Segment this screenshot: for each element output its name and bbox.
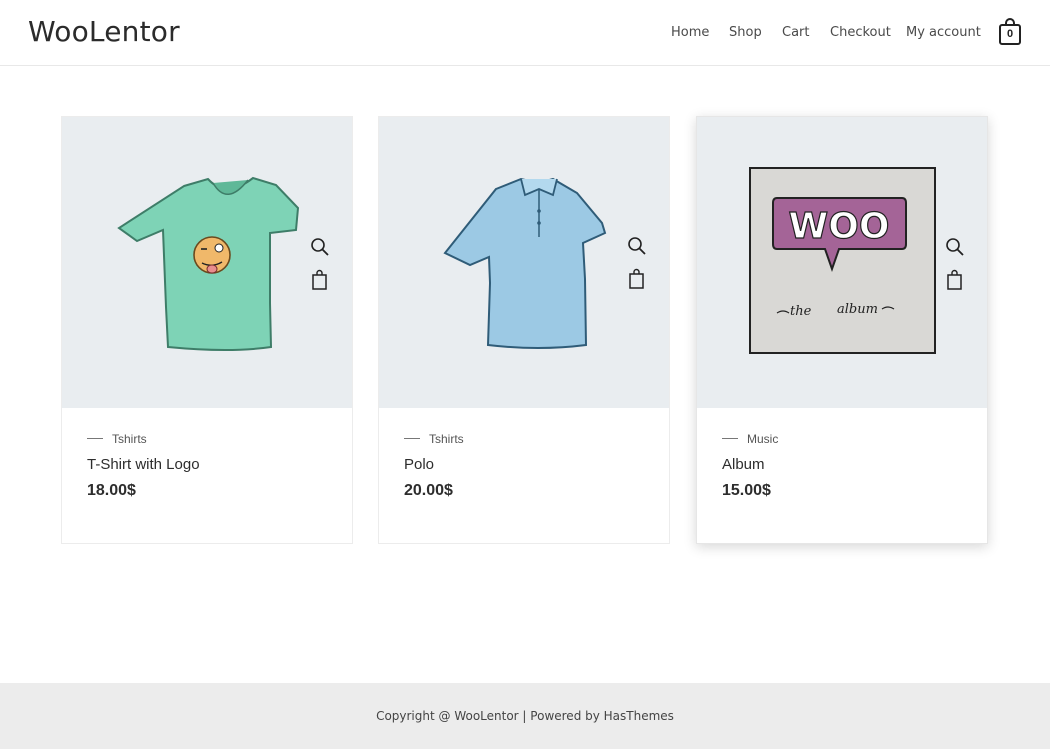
product-category[interactable]: Music (747, 432, 778, 446)
nav-item-cart[interactable]: Cart (782, 25, 810, 40)
product-category-row: Tshirts (404, 430, 654, 448)
quick-view-icon[interactable] (309, 236, 331, 258)
product-category[interactable]: Tshirts (429, 432, 464, 446)
quick-view-icon[interactable] (626, 235, 648, 257)
site-header: WooLentor Home Shop Cart Checkout My acc… (0, 0, 1050, 66)
svg-text:album: album (837, 302, 878, 317)
product-title[interactable]: Album (722, 456, 765, 473)
header-cart-button[interactable]: 0 (998, 18, 1022, 46)
cart-count-badge: 0 (1006, 28, 1014, 40)
category-divider (404, 438, 420, 440)
product-card[interactable]: Tshirts T-Shirt with Logo 18.00$ (61, 116, 353, 544)
svg-text:the: the (790, 304, 812, 319)
add-to-cart-icon[interactable] (944, 269, 966, 291)
product-meta: Tshirts Polo 20.00$ (404, 430, 654, 499)
svg-text:WOO: WOO (789, 206, 890, 247)
product-title[interactable]: T-Shirt with Logo (87, 456, 200, 473)
product-category[interactable]: Tshirts (112, 432, 147, 446)
product-image[interactable] (379, 117, 669, 408)
product-price: 18.00$ (87, 482, 136, 499)
product-image[interactable]: WOO the album (697, 117, 987, 408)
main-navigation: Home Shop Cart Checkout My account (0, 25, 1050, 45)
add-to-cart-icon[interactable] (309, 269, 331, 291)
nav-item-shop[interactable]: Shop (729, 25, 762, 40)
tshirt-with-logo-image (117, 176, 300, 351)
product-title[interactable]: Polo (404, 456, 434, 473)
product-price: 15.00$ (722, 482, 771, 499)
product-card[interactable]: WOO the album Music Album 15.00$ (696, 116, 988, 544)
add-to-cart-icon[interactable] (626, 268, 648, 290)
product-card[interactable]: Tshirts Polo 20.00$ (378, 116, 670, 544)
polo-shirt-image (443, 177, 607, 349)
product-image[interactable] (62, 117, 352, 408)
category-divider (722, 438, 738, 440)
product-category-row: Music (722, 430, 972, 448)
nav-item-my-account[interactable]: My account (906, 25, 981, 40)
product-category-row: Tshirts (87, 430, 337, 448)
copyright-text: Copyright @ WooLentor | Powered by HasTh… (376, 709, 674, 723)
product-meta: Tshirts T-Shirt with Logo 18.00$ (87, 430, 337, 499)
category-divider (87, 438, 103, 440)
woo-album-cover-image: WOO the album (749, 167, 936, 354)
nav-item-checkout[interactable]: Checkout (830, 25, 891, 40)
product-price: 20.00$ (404, 482, 453, 499)
quick-view-icon[interactable] (944, 236, 966, 258)
site-footer: Copyright @ WooLentor | Powered by HasTh… (0, 683, 1050, 749)
nav-item-home[interactable]: Home (671, 25, 709, 40)
product-meta: Music Album 15.00$ (722, 430, 972, 499)
